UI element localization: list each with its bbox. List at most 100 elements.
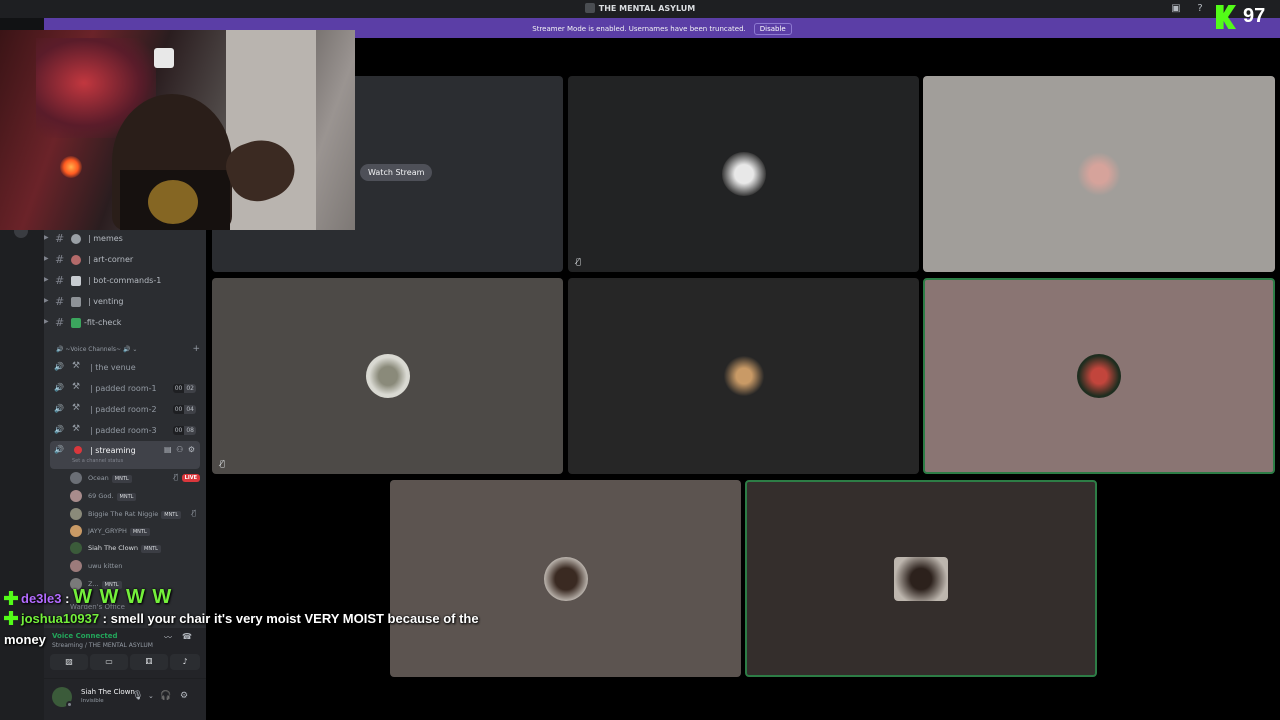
user-panel-status: Invisible [81,698,104,704]
user-name: uwu kitten [88,562,123,570]
voice-location[interactable]: Streaming / THE MENTAL ASYLUM [52,642,153,649]
voice-user[interactable]: 69 God. MNTL [68,488,202,504]
voice-channel-name: | padded room-2 [90,405,157,414]
muted-mic-icon: 🎙̸ [173,473,178,481]
user-name: Ocean [88,474,109,482]
hash-icon: # [55,274,65,287]
participant-tile-speaking[interactable] [923,278,1275,474]
gear-icon[interactable]: ⚙ [180,691,188,701]
sub-badge-icon [4,591,18,605]
microphone-icon[interactable]: 🎙 [132,691,143,701]
inbox-icon[interactable]: ▣ [1170,3,1182,15]
limit-max: 04 [184,405,196,414]
banner-message: Streamer Mode is enabled. Usernames have… [532,25,746,33]
robot-icon [71,276,81,286]
voice-channel-padded-room-1[interactable]: 🔊 ⚒ | padded room-1 00 02 [50,379,200,399]
participant-tile[interactable] [568,278,919,474]
disable-streamer-mode-button[interactable]: Disable [753,23,792,35]
channel-art-corner[interactable]: ▶ # | art-corner [44,251,206,271]
channel-name: | memes [88,234,123,243]
channel-status[interactable]: Set a channel status [72,458,123,464]
participant-avatar [365,354,410,398]
user-limit-badge: 00 08 [172,426,196,435]
add-channel-icon[interactable]: + [192,344,200,354]
participant-tile[interactable]: 🎙̸ [212,278,563,474]
participant-tile[interactable] [923,76,1275,272]
limit-count: 00 [172,384,185,393]
skull-icon [71,234,81,244]
chevron-right-icon: ▶ [44,255,49,262]
limit-max: 08 [184,426,196,435]
participant-tile[interactable]: 🎙̸ [568,76,919,272]
door [226,30,316,230]
voice-channel-streaming[interactable]: 🔊 | streaming Set a channel status ▤ ⚇ ⚙ [50,441,200,469]
participant-avatar [721,152,766,196]
speaker-icon: 🔊 [54,404,64,413]
voice-user[interactable]: Biggie The Rat Niggie MNTL 🎙̸ [68,506,202,522]
activity-button[interactable]: ⚅ [130,654,168,670]
kick-viewer-overlay: 97 [1214,3,1280,31]
voice-channel-the-venue[interactable]: 🔊 ⚒ | the venue [50,358,200,378]
chat-separator: : [65,591,70,606]
channel-tools-icons[interactable]: ▤ ⚇ ⚙ [164,445,196,454]
noise-suppression-icon[interactable]: 〰 [164,632,172,643]
live-badge: LIVE [181,474,200,482]
voice-user[interactable]: Ocean MNTL 🎙̸ LIVE [68,470,202,486]
window-title: THE MENTAL ASYLUM [0,3,1280,13]
headphones-icon[interactable]: 🎧 [160,691,171,701]
help-icon[interactable]: ? [1194,3,1206,15]
muted-mic-icon: 🎙̸ [220,459,225,468]
speaker-icon: 🔊 ⌄ [121,346,138,353]
chevron-down-icon[interactable]: ⌄ [148,692,154,700]
voice-user[interactable]: JAYY_GRYPH MNTL [68,523,202,539]
server-tag: MNTL [141,545,161,553]
participant-avatar [1077,354,1121,398]
lamp-light [60,156,82,178]
channel-memes[interactable]: ▶ # | memes [44,230,206,250]
channel-fit-check[interactable]: ▶ # -fit-check [44,314,206,334]
speaker-icon: 🔊 [54,445,64,454]
avatar [70,525,82,537]
category-name: ~Voice Channels~ [65,346,122,353]
user-limit-badge: 00 02 [172,384,196,393]
disconnect-icon[interactable]: ☎ [182,632,192,641]
channel-name: | venting [88,297,124,306]
voice-user[interactable]: Siah The Clown MNTL [68,540,202,556]
camera-off-button[interactable]: ▨ [50,654,88,670]
voice-channel-padded-room-2[interactable]: 🔊 ⚒ | padded room-2 00 04 [50,400,200,420]
voice-category-header[interactable]: 🔊 ~Voice Channels~ 🔊 ⌄ + [56,344,200,358]
user-name: Siah The Clown [88,544,139,552]
chat-text: W W W W [73,586,173,608]
palette-icon [71,255,81,265]
sub-badge-icon [4,611,18,625]
shirt-graphic [148,180,198,224]
channel-name: | bot-commands-1 [88,276,162,285]
participant-tile[interactable] [390,480,741,677]
voice-channel-padded-room-3[interactable]: 🔊 ⚒ | padded room-3 00 08 [50,421,200,441]
hammer-icon: ⚒ [72,403,81,413]
channel-venting[interactable]: ▶ # | venting [44,293,206,313]
hash-icon: # [55,253,65,266]
channel-bot-commands[interactable]: ▶ # | bot-commands-1 [44,272,206,292]
speaker-icon: 🔊 [56,346,66,353]
chat-message: de3le3 : W W W W [4,586,172,609]
user-panel: Siah The Clown Invisible 🎙 ⌄ 🎧 ⚙ [44,678,206,720]
channel-name: | art-corner [88,255,134,264]
voice-user[interactable]: uwu kitten [68,558,202,574]
hammer-icon: ⚒ [72,382,81,392]
voice-channel-name: | padded room-1 [90,384,157,393]
watch-stream-button[interactable]: Watch Stream [360,164,433,181]
chat-separator: : [102,611,108,626]
avatar [70,508,82,520]
chat-username: joshua10937 [21,611,100,626]
voice-channel-name: | the venue [90,363,136,372]
participant-tile-speaking[interactable] [745,480,1097,677]
screen-share-button[interactable]: ▭ [90,654,128,670]
speaker-icon: 🔊 [54,425,64,434]
chevron-right-icon: ▶ [44,318,49,325]
voice-connected-panel: Voice Connected Streaming / THE MENTAL A… [44,628,206,678]
megaphone-icon [71,297,81,307]
soundboard-button[interactable]: ♪ [170,654,200,670]
hash-icon: # [55,295,65,308]
server-tag: MNTL [111,475,132,483]
